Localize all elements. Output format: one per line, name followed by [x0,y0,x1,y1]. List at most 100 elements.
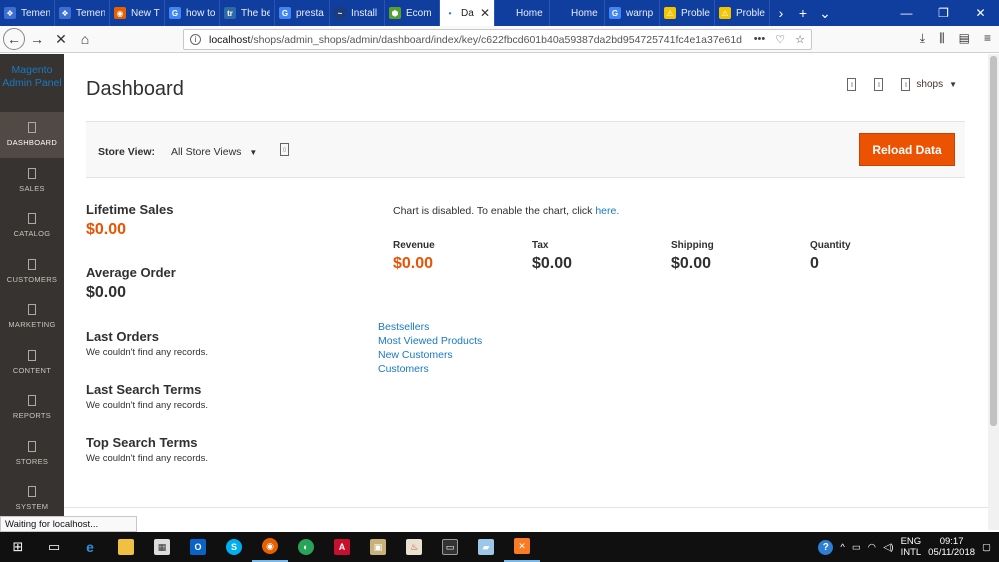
dashboard-tab-bestsellers[interactable]: Bestsellers [378,321,482,333]
site-info-icon[interactable]: i [190,34,201,45]
browser-tab[interactable]: Gpresta [275,0,330,26]
home-button[interactable]: ⌂ [73,27,97,51]
sidebar-item-marketing[interactable]: MARKETING [0,294,64,340]
browser-tab[interactable]: ⚠ Proble [715,0,770,26]
user-icon: ▯ [901,78,911,91]
tab-favicon-icon [554,7,566,19]
sidebar-item-label: SYSTEM [15,502,49,512]
catalog-icon [28,213,36,225]
reload-data-button[interactable]: Reload Data [859,133,955,166]
restore-button[interactable]: ❐ [925,0,962,26]
library-icon[interactable]: ⫼ [939,31,945,46]
xampp-taskbar-icon[interactable]: ✕ [504,532,540,562]
battery-icon[interactable]: ▭ [852,542,861,553]
skype-taskbar-icon[interactable]: S [216,532,252,562]
customers-icon [28,258,36,270]
browser-tab[interactable]: ~ Install [330,0,385,26]
reports-icon [28,395,36,407]
installer-taskbar-icon[interactable]: ▣ [360,532,396,562]
minimize-button[interactable]: — [888,0,925,26]
java-taskbar-icon[interactable]: ♨ [396,532,432,562]
notifications-center-icon[interactable]: ▢ [982,542,991,553]
browser-tab[interactable]: tr The be [220,0,275,26]
browser-nav-bar: ← → ✕ ⌂ i localhost/shops/admin_shops/ad… [0,26,999,53]
pocket-icon[interactable]: ♡ [775,33,785,46]
global-search-icon[interactable]: ▯ [874,78,884,91]
browser-tab[interactable]: ⬢ Ecom [385,0,440,26]
admin-user-menu[interactable]: ▯ shops ▼ [901,78,957,91]
terminal-taskbar-icon[interactable]: ▭ [432,532,468,562]
page-actions-icon[interactable]: ••• [754,33,766,46]
admin-logo[interactable]: Magento Admin Panel [0,54,64,112]
sidebar-item-reports[interactable]: REPORTS [0,385,64,431]
help-icon[interactable]: ? [818,539,834,555]
sidebar-item-catalog[interactable]: CATALOG [0,203,64,249]
total-label: Shipping [671,240,714,251]
bookmark-star-icon[interactable]: ☆ [795,33,805,46]
sidebar-item-customers[interactable]: CUSTOMERS [0,249,64,295]
app-taskbar-icon[interactable]: ◐ [288,532,324,562]
browser-tab[interactable]: Ghow to [165,0,220,26]
close-window-button[interactable]: ✕ [962,0,999,26]
store-view-dropdown[interactable]: All Store Views ▼ [171,146,257,158]
back-button[interactable]: ← [3,28,25,50]
store-help-icon[interactable]: ▯ [280,143,289,156]
firefox-taskbar-icon[interactable]: ◉ [252,532,288,562]
sidebar-item-dashboard[interactable]: DASHBOARD [0,112,64,158]
content-icon [28,349,36,361]
outlook-taskbar-icon[interactable]: O [180,532,216,562]
close-tab-icon[interactable]: ✕ [480,6,490,20]
store-view-caret-icon: ▼ [249,147,258,157]
volume-icon[interactable]: ◁) [883,542,893,553]
stop-button[interactable]: ✕ [49,27,73,51]
forward-button[interactable]: → [25,27,49,51]
sidebar-item-stores[interactable]: STORES [0,431,64,477]
dashboard-tab-most-viewed-products[interactable]: Most Viewed Products [378,335,482,347]
file-explorer-taskbar-icon[interactable] [108,532,144,562]
dashboard-tab-new-customers[interactable]: New Customers [378,349,482,361]
system-icon [28,486,36,498]
sidebar-item-system[interactable]: SYSTEM [0,476,64,522]
hamburger-menu-icon[interactable]: ≡ [984,31,991,46]
browser-tab[interactable]: ⚠ Proble [660,0,715,26]
dashboard-icon [28,122,36,134]
tab-label: The be [241,7,270,19]
sidebar-toggle-icon[interactable]: ▤ [959,31,970,46]
browser-tab[interactable]: Home page [550,0,605,26]
total-label: Quantity [810,240,851,251]
url-path: /shops/admin_shops/admin/dashboard/index… [250,33,743,46]
notifications-icon[interactable]: ▯ [847,78,857,91]
browser-tab[interactable]: Home page [495,0,550,26]
sidebar-item-content[interactable]: CONTENT [0,340,64,386]
page-scrollbar[interactable] [988,54,999,530]
notes-taskbar-icon[interactable]: ▰ [468,532,504,562]
wifi-icon[interactable]: ◠ [868,542,876,553]
total-revenue: Revenue $0.00 [393,240,532,273]
tab-list-chevron-icon[interactable]: ⌄ [814,0,836,26]
address-bar[interactable]: i localhost/shops/admin_shops/admin/dash… [183,29,812,50]
tray-overflow-icon[interactable]: ^ [840,542,844,553]
total-quantity: Quantity 0 [810,240,949,273]
lifetime-sales-value: $0.00 [86,221,127,238]
edge-taskbar-icon[interactable]: e [72,532,108,562]
downloads-icon[interactable]: ⤓ [920,31,925,46]
browser-tab[interactable]: • Da ✕ [440,0,495,26]
browser-tab[interactable]: Gwarnp [605,0,660,26]
store-taskbar-icon[interactable]: ▦ [144,532,180,562]
dashboard-tab-customers[interactable]: Customers [378,363,482,375]
browser-tab[interactable]: ❖ Temen [55,0,110,26]
system-clock[interactable]: 09:17 05/11/2018 [928,536,975,558]
task-view-button[interactable]: ▭ [36,532,72,562]
tab-overflow-icon[interactable]: › [770,0,792,26]
new-tab-button[interactable]: + [792,0,814,26]
input-language[interactable]: ENG INTL [901,536,922,558]
browser-tab[interactable]: ❖ Temen [0,0,55,26]
windows-start-button[interactable]: ⊞ [0,532,36,562]
browser-tab[interactable]: ◉ New T [110,0,165,26]
enable-chart-link[interactable]: here. [595,205,619,217]
sidebar-item-sales[interactable]: SALES [0,158,64,204]
total-value: $0.00 [393,255,434,272]
acrobat-taskbar-icon[interactable]: A [324,532,360,562]
average-order: Average Order $0.00 [86,265,176,302]
page-scrollbar-thumb[interactable] [990,56,997,426]
